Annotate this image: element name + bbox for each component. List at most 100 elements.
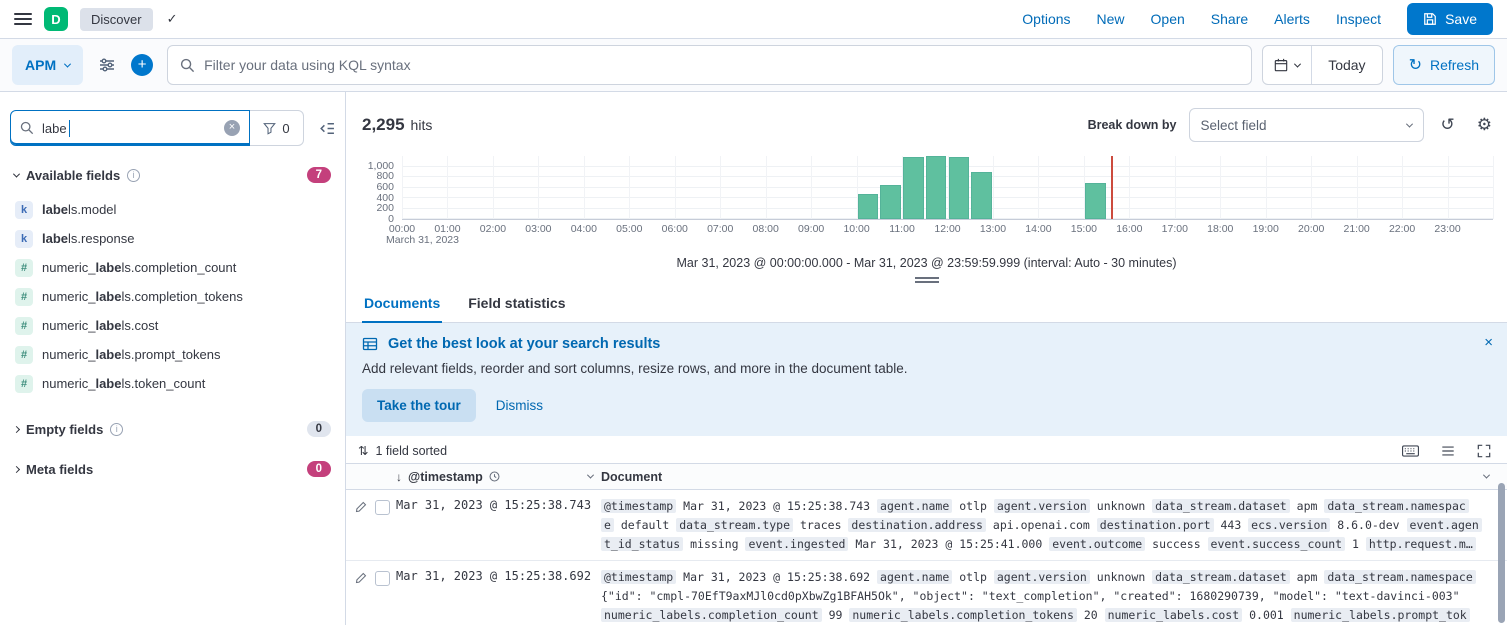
chevron-right-icon xyxy=(13,465,20,472)
clear-search-icon[interactable]: × xyxy=(224,120,240,136)
hits-label: hits xyxy=(411,117,433,133)
data-view-picker[interactable]: APM xyxy=(12,45,83,85)
break-down-field-select[interactable]: Select field xyxy=(1189,108,1424,142)
field-name: numeric_labels.cost xyxy=(42,318,158,333)
nav-options[interactable]: Options xyxy=(1022,11,1070,27)
hits-count: 2,295 xyxy=(362,115,405,135)
calendar-icon xyxy=(1274,58,1288,72)
take-tour-button[interactable]: Take the tour xyxy=(362,389,476,422)
field-chip: destination.address xyxy=(848,518,986,532)
timestamp-column-header[interactable]: ↓ @timestamp xyxy=(396,470,601,484)
chart-history-icon[interactable]: ↺ xyxy=(1436,115,1460,135)
breadcrumb[interactable]: Discover xyxy=(80,8,153,31)
row-controls xyxy=(346,497,396,554)
field-chip: ecs.version xyxy=(1248,518,1330,532)
filter-funnel-icon xyxy=(263,122,276,135)
field-list-item[interactable]: klabels.model xyxy=(10,195,335,224)
histogram-bar[interactable] xyxy=(971,172,992,219)
expand-document-icon[interactable] xyxy=(355,571,367,584)
gridline-v xyxy=(584,156,585,219)
field-chip: numeric_labels.completion_tokens xyxy=(849,608,1077,622)
tab-field-statistics[interactable]: Field statistics xyxy=(466,289,567,322)
histogram-bar[interactable] xyxy=(858,194,879,219)
row-checkbox[interactable] xyxy=(375,500,390,515)
histogram-bar[interactable] xyxy=(903,157,924,219)
kql-search-input[interactable]: Filter your data using KQL syntax xyxy=(167,45,1252,85)
info-icon[interactable]: i xyxy=(110,423,123,436)
save-button[interactable]: Save xyxy=(1407,3,1493,35)
nav-inspect[interactable]: Inspect xyxy=(1336,11,1381,27)
field-list-item[interactable]: #numeric_labels.cost xyxy=(10,311,335,340)
break-down-field-value: Select field xyxy=(1201,118,1267,133)
nav-open[interactable]: Open xyxy=(1151,11,1185,27)
collapse-sidebar-icon[interactable] xyxy=(318,120,335,137)
field-chip: data_stream.type xyxy=(676,518,793,532)
document-line: @timestamp Mar 31, 2023 @ 15:25:38.743 a… xyxy=(601,497,1501,516)
field-search-input[interactable]: labe × xyxy=(10,110,250,146)
document-column-label: Document xyxy=(601,470,662,484)
histogram-bar[interactable] xyxy=(880,185,901,219)
field-list-item[interactable]: #numeric_labels.completion_count xyxy=(10,253,335,282)
check-icon: ✓ xyxy=(167,11,178,27)
column-menu-icon[interactable] xyxy=(587,472,594,479)
top-bar: D Discover ✓ Options New Open Share Aler… xyxy=(0,0,1507,39)
field-list: klabels.modelklabels.response#numeric_la… xyxy=(10,195,335,398)
keyboard-shortcuts-icon[interactable] xyxy=(1402,445,1419,457)
chart-options-gear-icon[interactable]: ⚙ xyxy=(1472,115,1497,135)
field-chip: data_stream.namespace xyxy=(1324,570,1475,584)
field-type-icon: # xyxy=(15,288,33,306)
refresh-button[interactable]: ↻ Refresh xyxy=(1393,45,1495,85)
add-filter-button[interactable]: + xyxy=(131,54,153,76)
empty-fields-header[interactable]: Empty fields i 0 xyxy=(10,415,335,443)
refresh-icon: ↻ xyxy=(1409,55,1422,75)
field-chip: data_stream.dataset xyxy=(1152,499,1290,513)
display-options-icon[interactable] xyxy=(1441,444,1455,458)
close-icon[interactable]: × xyxy=(1484,334,1493,351)
chevron-down-icon xyxy=(1405,120,1412,127)
document-line: numeric_labels.completion_count 99 numer… xyxy=(601,606,1501,625)
meta-fields-header[interactable]: Meta fields 0 xyxy=(10,455,335,483)
gridline-v xyxy=(1357,156,1358,219)
available-fields-header[interactable]: Available fields i 7 xyxy=(10,167,335,183)
field-list-item[interactable]: klabels.response xyxy=(10,224,335,253)
nav-alerts[interactable]: Alerts xyxy=(1274,11,1310,27)
gridline-v xyxy=(993,156,994,219)
sorted-fields-button[interactable]: ⇅ 1 field sorted xyxy=(358,443,447,458)
histogram-bar[interactable] xyxy=(949,157,970,219)
grid-toolbar: ⇅ 1 field sorted xyxy=(346,436,1507,463)
expand-document-icon[interactable] xyxy=(355,500,367,513)
space-avatar[interactable]: D xyxy=(44,7,68,31)
gridline-v xyxy=(629,156,630,219)
field-filter-button[interactable]: 0 xyxy=(250,110,304,146)
nav-share[interactable]: Share xyxy=(1211,11,1248,27)
search-icon xyxy=(20,121,34,135)
histogram-bar[interactable] xyxy=(926,156,947,219)
field-type-icon: # xyxy=(15,259,33,277)
table-icon xyxy=(362,336,378,352)
fullscreen-icon[interactable] xyxy=(1477,444,1491,458)
field-list-item[interactable]: #numeric_labels.token_count xyxy=(10,369,335,398)
saved-query-menu-icon[interactable] xyxy=(93,45,121,85)
document-line: @timestamp Mar 31, 2023 @ 15:25:38.692 a… xyxy=(601,568,1501,587)
x-axis-date-label: March 31, 2023 xyxy=(386,234,459,246)
menu-icon[interactable] xyxy=(14,13,32,25)
info-icon[interactable]: i xyxy=(127,169,140,182)
row-checkbox[interactable] xyxy=(375,571,390,586)
field-list-item[interactable]: #numeric_labels.prompt_tokens xyxy=(10,340,335,369)
field-list-item[interactable]: #numeric_labels.completion_tokens xyxy=(10,282,335,311)
dismiss-button[interactable]: Dismiss xyxy=(496,398,543,413)
gridline-v xyxy=(1266,156,1267,219)
tab-documents[interactable]: Documents xyxy=(362,289,442,323)
histogram-bar[interactable] xyxy=(1085,183,1106,219)
nav-new[interactable]: New xyxy=(1097,11,1125,27)
callout-title: Get the best look at your search results xyxy=(388,336,660,352)
date-quick-select[interactable]: Today xyxy=(1312,57,1381,73)
save-button-label: Save xyxy=(1445,11,1477,27)
field-chip: data_stream.dataset xyxy=(1152,570,1290,584)
document-column-header[interactable]: Document xyxy=(601,470,1507,484)
chart-resize-handle[interactable] xyxy=(915,277,939,283)
vertical-scrollbar[interactable] xyxy=(1498,483,1505,623)
column-menu-icon[interactable] xyxy=(1483,472,1490,479)
date-picker-menu[interactable] xyxy=(1263,46,1311,84)
doc-table-body: Mar 31, 2023 @ 15:25:38.743@timestamp Ma… xyxy=(346,490,1507,625)
